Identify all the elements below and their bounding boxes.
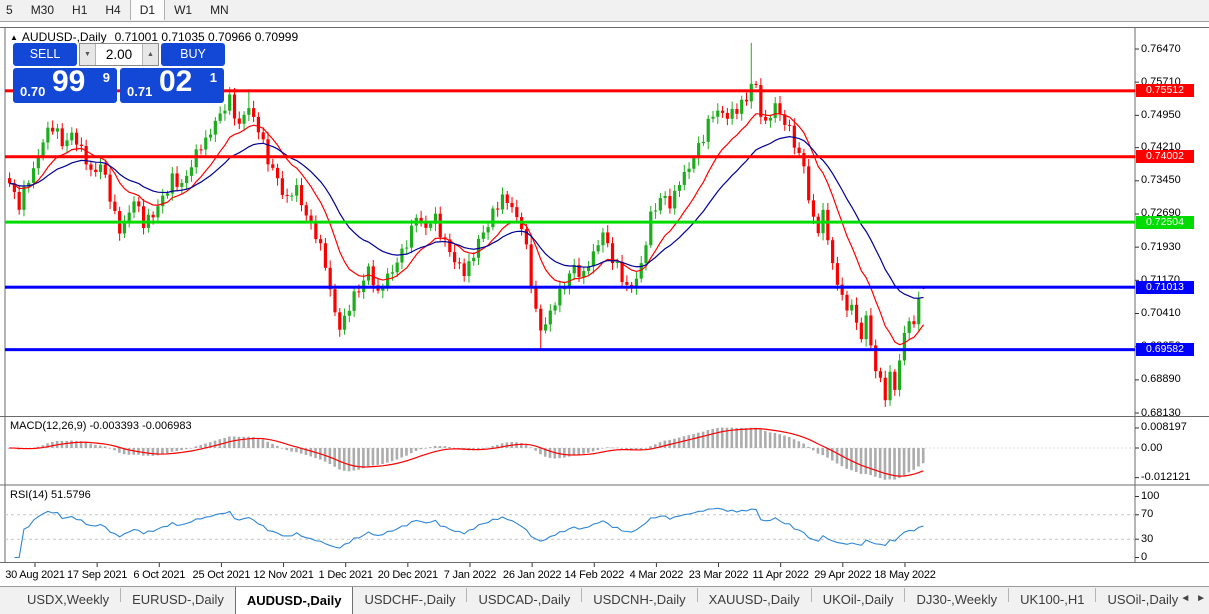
sell-price-display[interactable]: 0.70 99 9 [13,68,117,103]
sell-price-base: 0.70 [20,84,45,99]
price-level-tag: 0.72504 [1136,216,1194,229]
macd-axis-label: 0.00 [1141,442,1162,454]
symbol-tab-usdcad[interactable]: USDCAD-,Daily [467,587,581,613]
symbol-tab-usdcnh[interactable]: USDCNH-,Daily [582,587,696,613]
symbol-tab-usoil[interactable]: USOil-,Daily [1096,587,1178,613]
price-axis-label: 0.71930 [1141,241,1181,253]
macd-indicator-label: MACD(12,26,9) -0.003393 -0.006983 [10,420,192,432]
symbol-tab-eurusd[interactable]: EURUSD-,Daily [121,587,235,613]
timeframe-button-w1[interactable]: W1 [165,0,201,20]
chart-ohlc-values: 0.71001 0.71035 0.70966 0.70999 [115,30,299,44]
price-axis-label: 0.74950 [1141,109,1181,121]
trading-platform-window: 5M30H1H4D1W1MN ▲ AUDUSD-,Daily 0.71001 0.7… [0,0,1209,614]
timeframe-button-mn[interactable]: MN [201,0,238,20]
timeframe-button-d1[interactable]: D1 [130,0,165,20]
timeframe-button-m30[interactable]: M30 [22,0,63,20]
sell-price-sup: 9 [103,70,110,85]
rsi-axis-label: 0 [1141,551,1147,563]
chart-title: ▲ AUDUSD-,Daily 0.71001 0.71035 0.70966 0.… [10,30,298,44]
price-level-tag: 0.75512 [1136,84,1194,97]
chart-tab-bar: USDX,WeeklyEURUSD-,DailyAUDUSD-,DailyUSD… [0,586,1209,614]
macd-axis-label: -0.012121 [1141,471,1191,483]
symbol-tab-ukoil[interactable]: UKOil-,Daily [812,587,905,613]
sell-button[interactable]: SELL [13,43,77,66]
rsi-axis-label: 30 [1141,533,1153,545]
rsi-axis-label: 100 [1141,490,1159,502]
chart-tabs: USDX,WeeklyEURUSD-,DailyAUDUSD-,DailyUSD… [0,587,1178,614]
buy-button[interactable]: BUY [161,43,225,66]
price-level-tag: 0.69582 [1136,343,1194,356]
price-axis-label: 0.70410 [1141,307,1181,319]
symbol-tab-dj30[interactable]: DJ30-,Weekly [905,587,1008,613]
timeframe-button-h4[interactable]: H4 [96,0,129,20]
volume-stepper: ▼ 2.00 ▲ [79,43,159,66]
buy-price-base: 0.71 [127,84,152,99]
timeframe-button-5[interactable]: 5 [0,0,22,20]
timeframe-toolbar: 5M30H1H4D1W1MN [0,0,1209,22]
volume-input[interactable]: 2.00 [96,44,142,65]
symbol-tab-usdchf[interactable]: USDCHF-,Daily [353,587,466,613]
rsi-indicator-label: RSI(14) 51.5796 [10,489,91,501]
volume-decrease-button[interactable]: ▼ [80,44,96,65]
date-axis-label: 18 May 2022 [865,569,945,581]
collapse-icon[interactable]: ▲ [10,33,18,42]
volume-increase-button[interactable]: ▲ [142,44,158,65]
price-axis-label: 0.73450 [1141,174,1181,186]
tab-scroll-left-button[interactable]: ◄ [1180,593,1190,604]
price-level-tag: 0.74002 [1136,150,1194,163]
chevron-up-icon: ▲ [147,51,154,58]
price-level-tag: 0.71013 [1136,281,1194,294]
buy-price-big: 02 [159,65,192,99]
tab-scroll-right-button[interactable]: ► [1196,593,1206,604]
symbol-tab-xauusd[interactable]: XAUUSD-,Daily [698,587,811,613]
symbol-tab-usdx[interactable]: USDX,Weekly [16,587,120,613]
price-axis-label: 0.76470 [1141,43,1181,55]
chart-symbol-label: AUDUSD-,Daily [22,30,107,44]
timeframe-button-h1[interactable]: H1 [63,0,96,20]
macd-axis-label: 0.008197 [1141,421,1187,433]
price-axis-label: 0.68130 [1141,407,1181,419]
rsi-axis-label: 70 [1141,508,1153,520]
tab-scroll-buttons: ◄ ► [1177,593,1206,604]
buy-price-sup: 1 [210,70,217,85]
sell-price-big: 99 [52,65,85,99]
price-axis-label: 0.68890 [1141,373,1181,385]
chevron-down-icon: ▼ [84,51,91,58]
symbol-tab-audusd[interactable]: AUDUSD-,Daily [235,587,354,614]
one-click-trading-panel: SELL ▼ 2.00 ▲ BUY 0.70 99 9 0.71 02 1 [13,43,225,103]
buy-price-display[interactable]: 0.71 02 1 [120,68,224,103]
symbol-tab-uk100[interactable]: UK100-,H1 [1009,587,1095,613]
